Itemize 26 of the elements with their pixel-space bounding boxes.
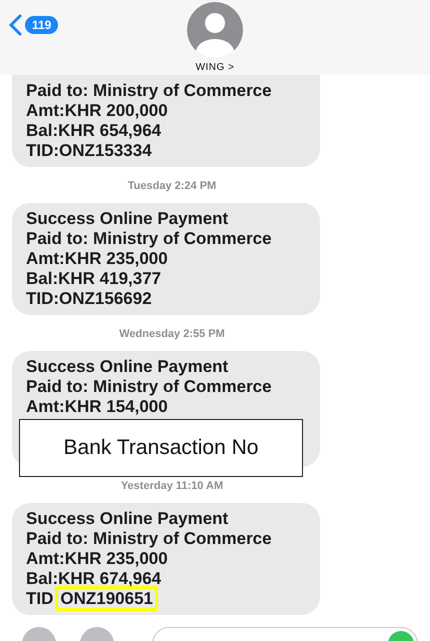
message-line: Paid to: Ministry of Commerce [26,81,273,101]
unread-count-badge[interactable]: 119 [25,16,58,34]
message-line: Paid to: Ministry of Commerce [26,529,273,549]
message-line: Amt:KHR 200,000 [26,101,169,121]
message-timestamp: Yesterday 11:10 AM [120,480,224,492]
message-line: Amt:KHR 154,000 [26,397,169,417]
back-chevron-icon[interactable] [8,14,22,36]
message-line: Bal:KHR 654,964 [26,121,162,141]
message-line: Amt:KHR 235,000 [26,249,169,269]
highlighted-transaction-id: ONZ190651 [55,586,158,611]
message-line: TID ONZ190651 [26,589,306,609]
message-line: Paid to: Ministry of Commerce [26,229,273,249]
message-line: Paid to: Ministry of Commerce [26,377,273,397]
avatar-icon[interactable] [187,2,243,58]
message-line: Bal:KHR 419,377 [26,269,162,289]
message-line: TID:ONZ153334 [26,141,153,161]
message-line: TID:ONZ156692 [26,289,153,309]
message-timestamp: Wednesday 2:55 PM [119,328,225,340]
annotation-callout: Bank Transaction No [19,419,303,477]
message-timestamp: Tuesday 2:24 PM [128,180,216,192]
message-line: Success Online Payment [26,357,230,377]
message-line: Success Online Payment [26,209,230,229]
contact-name[interactable]: WING > [196,62,234,73]
message-line: Bal:KHR 674,964 [26,569,162,589]
message-line: Success Online Payment [26,509,230,529]
message-line: Amt:KHR 235,000 [26,549,169,569]
